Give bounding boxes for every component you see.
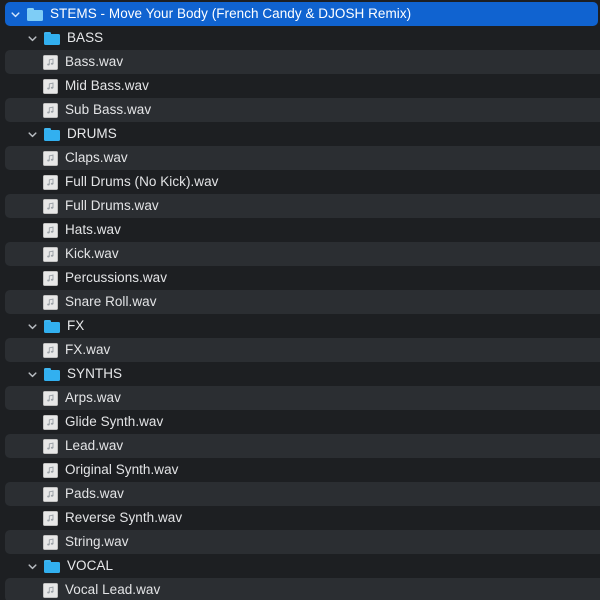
file-name-label: Reverse Synth.wav [65, 510, 183, 525]
music-note-file-icon [43, 462, 58, 478]
music-note-file-icon [43, 270, 58, 286]
file-name-label: Bass.wav [65, 54, 124, 69]
folder-name-label: SYNTHS [67, 366, 123, 381]
folder-icon [44, 31, 60, 45]
tree-row-folder[interactable]: SYNTHS [0, 362, 600, 386]
chevron-down-icon[interactable] [26, 32, 39, 45]
tree-row-file[interactable]: String.wav [0, 530, 600, 554]
chevron-down-icon[interactable] [9, 8, 22, 21]
tree-row-folder[interactable]: BASS [0, 26, 600, 50]
folder-name-label: STEMS - Move Your Body (French Candy & D… [50, 6, 412, 21]
music-note-file-icon [43, 150, 58, 166]
chevron-down-icon[interactable] [26, 320, 39, 333]
tree-row-folder[interactable]: DRUMS [0, 122, 600, 146]
tree-row-file[interactable]: Arps.wav [0, 386, 600, 410]
tree-row-file[interactable]: Sub Bass.wav [0, 98, 600, 122]
tree-row-file[interactable]: Bass.wav [0, 50, 600, 74]
file-name-label: Full Drums.wav [65, 198, 159, 213]
music-note-file-icon [43, 294, 58, 310]
music-note-file-icon [43, 390, 58, 406]
file-name-label: Hats.wav [65, 222, 121, 237]
music-note-file-icon [43, 54, 58, 70]
music-note-file-icon [43, 102, 58, 118]
file-name-label: Original Synth.wav [65, 462, 179, 477]
file-name-label: Lead.wav [65, 438, 124, 453]
file-name-label: Vocal Lead.wav [65, 582, 161, 597]
folder-icon [44, 319, 60, 333]
folder-icon [27, 7, 43, 21]
tree-row-file[interactable]: Claps.wav [0, 146, 600, 170]
tree-row-file[interactable]: Lead.wav [0, 434, 600, 458]
folder-icon [44, 559, 60, 573]
folder-name-label: DRUMS [67, 126, 117, 141]
music-note-file-icon [43, 174, 58, 190]
chevron-down-icon[interactable] [26, 560, 39, 573]
tree-row-file[interactable]: Hats.wav [0, 218, 600, 242]
file-name-label: Snare Roll.wav [65, 294, 157, 309]
file-tree[interactable]: STEMS - Move Your Body (French Candy & D… [0, 0, 600, 600]
tree-row-file[interactable]: Reverse Synth.wav [0, 506, 600, 530]
tree-row-file[interactable]: FX.wav [0, 338, 600, 362]
tree-row-folder[interactable]: FX [0, 314, 600, 338]
tree-row-file[interactable]: Kick.wav [0, 242, 600, 266]
tree-row-file[interactable]: Pads.wav [0, 482, 600, 506]
tree-row-file[interactable]: Glide Synth.wav [0, 410, 600, 434]
music-note-file-icon [43, 534, 58, 550]
music-note-file-icon [43, 198, 58, 214]
tree-row-file[interactable]: Snare Roll.wav [0, 290, 600, 314]
music-note-file-icon [43, 342, 58, 358]
folder-icon [44, 127, 60, 141]
chevron-down-icon[interactable] [26, 368, 39, 381]
folder-name-label: BASS [67, 30, 104, 45]
music-note-file-icon [43, 414, 58, 430]
tree-row-file[interactable]: Vocal Lead.wav [0, 578, 600, 600]
folder-name-label: FX [67, 318, 85, 333]
file-name-label: Pads.wav [65, 486, 124, 501]
file-name-label: Mid Bass.wav [65, 78, 149, 93]
file-name-label: String.wav [65, 534, 129, 549]
music-note-file-icon [43, 486, 58, 502]
file-name-label: FX.wav [65, 342, 111, 357]
file-name-label: Glide Synth.wav [65, 414, 164, 429]
music-note-file-icon [43, 510, 58, 526]
file-name-label: Sub Bass.wav [65, 102, 152, 117]
music-note-file-icon [43, 78, 58, 94]
file-name-label: Full Drums (No Kick).wav [65, 174, 219, 189]
tree-row-file[interactable]: Percussions.wav [0, 266, 600, 290]
tree-row-folder[interactable]: STEMS - Move Your Body (French Candy & D… [0, 2, 600, 26]
music-note-file-icon [43, 438, 58, 454]
file-name-label: Kick.wav [65, 246, 119, 261]
music-note-file-icon [43, 246, 58, 262]
music-note-file-icon [43, 222, 58, 238]
folder-icon [44, 367, 60, 381]
file-name-label: Claps.wav [65, 150, 128, 165]
tree-row-file[interactable]: Full Drums.wav [0, 194, 600, 218]
tree-row-folder[interactable]: VOCAL [0, 554, 600, 578]
chevron-down-icon[interactable] [26, 128, 39, 141]
folder-name-label: VOCAL [67, 558, 114, 573]
music-note-file-icon [43, 582, 58, 598]
tree-row-file[interactable]: Mid Bass.wav [0, 74, 600, 98]
file-name-label: Percussions.wav [65, 270, 168, 285]
file-name-label: Arps.wav [65, 390, 121, 405]
tree-row-file[interactable]: Full Drums (No Kick).wav [0, 170, 600, 194]
tree-row-file[interactable]: Original Synth.wav [0, 458, 600, 482]
